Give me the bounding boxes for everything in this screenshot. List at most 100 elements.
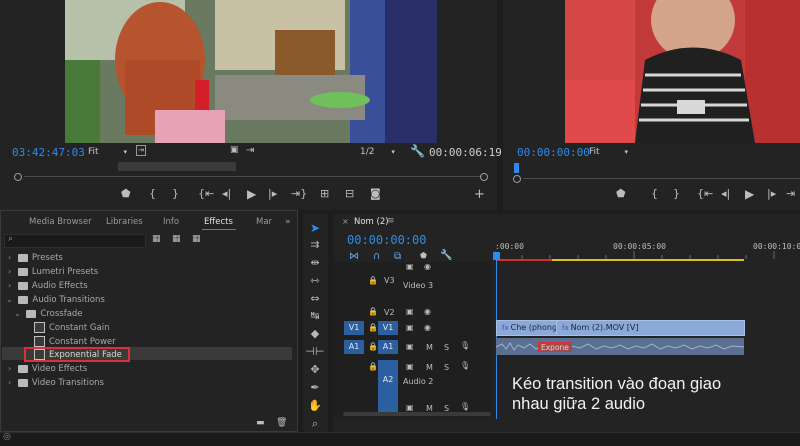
go-to-out-icon[interactable]: ⇥ xyxy=(786,187,795,200)
source-patch-a1[interactable]: A1 xyxy=(344,340,364,354)
export-frame-icon[interactable]: ◙ xyxy=(370,187,381,200)
source-patch-v1[interactable]: V1 xyxy=(344,321,364,335)
tree-item-audio-transitions[interactable]: ⌄ Audio Transitions xyxy=(6,295,105,305)
solo-button[interactable]: S xyxy=(444,343,449,352)
wrench-icon[interactable]: 🔧 xyxy=(440,250,452,261)
scrub-start-handle[interactable] xyxy=(14,173,22,181)
audio-clip-a1[interactable] xyxy=(495,338,745,355)
trash-icon[interactable]: 🗑 xyxy=(276,418,287,428)
tab-effects[interactable]: Effects xyxy=(204,217,233,227)
yuv-effects-icon[interactable]: ▦ xyxy=(192,234,201,244)
pen-icon[interactable]: ✒ xyxy=(305,381,325,394)
nest-icon[interactable]: ⋈ xyxy=(349,251,359,262)
go-to-in-icon[interactable]: {⇤ xyxy=(198,187,214,200)
tree-item-constant-power[interactable]: Constant Power xyxy=(34,336,116,347)
add-button-icon[interactable]: + xyxy=(474,187,485,202)
mute-button[interactable]: M xyxy=(426,363,433,372)
track-select-tool-icon[interactable]: ⇉ xyxy=(305,238,325,251)
toggle-track-output-icon[interactable]: ▣ xyxy=(406,323,414,332)
tab-markers[interactable]: Mar xyxy=(256,217,272,227)
razor-tool-icon[interactable]: ◆ xyxy=(305,327,325,340)
toggle-sync-lock-icon[interactable]: 🔒 xyxy=(368,323,378,332)
toggle-track-output-icon[interactable]: ▣ xyxy=(406,307,414,316)
toggle-sync-lock-icon[interactable]: 🔒 xyxy=(368,362,378,371)
mark-out-icon[interactable]: } xyxy=(172,187,179,200)
toggle-sync-lock-icon[interactable]: 🔒 xyxy=(368,342,378,351)
step-forward-frame-icon[interactable]: |▸ xyxy=(767,187,776,200)
slide-tool-icon[interactable]: ⊣⊢ xyxy=(305,345,325,358)
snap-icon[interactable]: ∩ xyxy=(373,251,380,262)
timeline-scrollbar[interactable] xyxy=(343,412,491,416)
toggle-track-output-icon[interactable]: ▣ xyxy=(406,403,414,412)
tree-item-lumetri-presets[interactable]: › Lumetri Presets xyxy=(8,267,98,277)
track-a2-label[interactable]: A2 xyxy=(378,360,398,415)
wrench-icon[interactable]: 🔧 xyxy=(410,144,425,158)
rate-stretch-tool-icon[interactable]: ⇔ xyxy=(305,292,325,305)
fit-marker-icon[interactable]: ⇥ xyxy=(136,145,146,156)
pen-tool-icon[interactable]: ✥ xyxy=(305,363,325,376)
tree-item-video-effects[interactable]: › Video Effects xyxy=(8,364,87,374)
scrub-start-handle[interactable] xyxy=(513,175,521,183)
render-status-icon[interactable]: ◎ xyxy=(3,432,11,442)
play-button[interactable]: ▶ xyxy=(745,187,754,201)
program-scrub-bar[interactable] xyxy=(513,174,800,183)
tab-sequence[interactable]: Nom (2) xyxy=(354,217,389,227)
resolution-select[interactable]: 1/2 ▾ xyxy=(360,147,395,157)
accelerated-effects-icon[interactable]: ▦ xyxy=(152,234,161,244)
tab-info[interactable]: Info xyxy=(163,217,179,227)
toggle-sync-lock-icon[interactable]: 🔒 xyxy=(368,276,378,285)
add-marker-icon[interactable]: ⬟ xyxy=(121,187,131,200)
microphone-icon[interactable]: 🎙 xyxy=(460,341,470,350)
add-marker-icon[interactable]: ⬟ xyxy=(616,187,626,200)
step-forward-icon[interactable]: ⇥ xyxy=(246,145,254,156)
microphone-icon[interactable]: 🎙 xyxy=(460,402,470,411)
tab-media-browser[interactable]: Media Browser xyxy=(29,217,92,227)
eye-icon[interactable]: ◉ xyxy=(424,262,431,271)
effects-search-input[interactable]: ⌕ xyxy=(4,234,146,248)
program-playhead[interactable] xyxy=(514,163,519,173)
ripple-edit-tool-icon[interactable]: ⇹ xyxy=(305,256,325,269)
eye-icon[interactable]: ◉ xyxy=(424,323,431,332)
step-back-icon[interactable]: ◂| xyxy=(721,187,730,200)
program-fit-select[interactable]: Fit ▾ xyxy=(589,147,628,157)
mark-in-icon[interactable]: { xyxy=(149,187,156,200)
tree-item-crossfade[interactable]: ⌄ Crossfade xyxy=(14,309,83,319)
tree-item-presets[interactable]: › Presets xyxy=(8,253,63,263)
transition-exponential-fade[interactable]: Expone xyxy=(538,342,572,352)
mark-in-icon[interactable]: { xyxy=(651,187,658,200)
tab-libraries[interactable]: Libraries xyxy=(106,217,143,227)
solo-button[interactable]: S xyxy=(444,363,449,372)
new-bin-icon[interactable]: ▬ xyxy=(256,418,265,428)
panel-overflow-icon[interactable]: » xyxy=(285,217,291,227)
track-a1-label[interactable]: A1 xyxy=(378,340,398,354)
toggle-track-output-icon[interactable]: ▣ xyxy=(406,362,414,371)
insert-icon[interactable]: ⊞ xyxy=(320,187,329,200)
tree-item-video-transitions[interactable]: › Video Transitions xyxy=(8,378,104,388)
tree-item-constant-gain[interactable]: Constant Gain xyxy=(34,322,109,333)
source-scrub-bar[interactable] xyxy=(14,172,488,181)
linked-selection-icon[interactable]: ⧉ xyxy=(394,251,401,262)
source-zoom-bar[interactable] xyxy=(118,162,236,171)
toggle-track-output-icon[interactable]: ▣ xyxy=(406,262,414,271)
in-point-icon[interactable]: ▣ xyxy=(230,145,239,155)
tree-item-audio-effects[interactable]: › Audio Effects xyxy=(8,281,88,291)
track-v1-label[interactable]: V1 xyxy=(378,321,398,335)
video-clip-nom-2[interactable]: fx Nom (2).MOV [V] xyxy=(556,320,745,336)
scrub-end-handle[interactable] xyxy=(480,173,488,181)
step-forward-frame-icon[interactable]: |▸ xyxy=(268,187,277,200)
mute-button[interactable]: M xyxy=(426,343,433,352)
rolling-edit-tool-icon[interactable]: ⇿ xyxy=(305,274,325,287)
timeline-timecode[interactable]: 00:00:00:00 xyxy=(347,233,426,247)
menu-icon[interactable]: ≡ xyxy=(387,216,395,226)
zoom-tool-icon[interactable]: ⌕ xyxy=(305,417,325,431)
add-marker-icon[interactable]: ⬟ xyxy=(420,251,427,260)
microphone-icon[interactable]: 🎙 xyxy=(460,361,470,370)
32bit-effects-icon[interactable]: ▦ xyxy=(172,234,181,244)
go-to-out-icon[interactable]: ⇥} xyxy=(291,187,307,200)
close-icon[interactable]: × xyxy=(342,217,349,226)
eye-icon[interactable]: ◉ xyxy=(424,307,431,316)
video-clip-che-phong[interactable]: fx Che (phong xyxy=(496,320,557,336)
toggle-track-output-icon[interactable]: ▣ xyxy=(406,342,414,351)
tree-item-exponential-fade[interactable]: Exponential Fade xyxy=(24,347,130,362)
play-button[interactable]: ▶ xyxy=(247,187,256,201)
